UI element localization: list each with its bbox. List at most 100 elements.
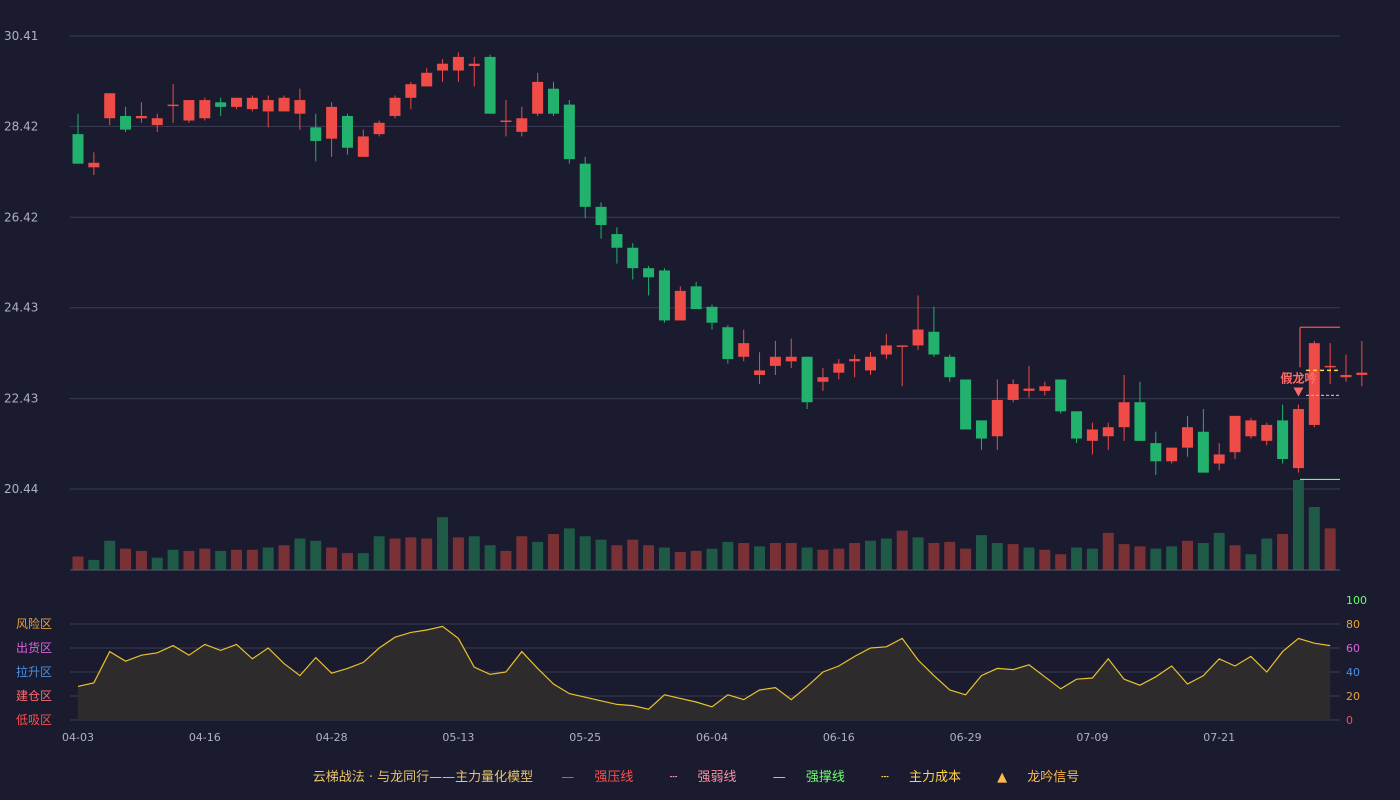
volume-bar <box>991 543 1003 570</box>
candle-body <box>769 356 781 366</box>
candle-body <box>437 63 449 71</box>
volume-bar <box>104 540 116 570</box>
candle-body <box>120 115 132 130</box>
candle-body <box>151 118 163 126</box>
legend-item-cost[interactable]: ┄ 主力成本 <box>873 770 973 785</box>
volume-bar <box>801 547 813 570</box>
candle-body <box>1356 372 1368 375</box>
candle-body <box>706 306 718 323</box>
volume-bar <box>1039 549 1051 570</box>
candle-body <box>801 356 813 403</box>
candle-body <box>1324 365 1336 368</box>
volume-bar <box>516 536 528 570</box>
volume-bar <box>1292 480 1304 570</box>
x-tick-label: 07-21 <box>1203 731 1235 744</box>
volume-bar <box>405 537 417 570</box>
volume-bar <box>833 548 845 570</box>
candle-body <box>104 93 116 119</box>
candle-body <box>326 106 338 139</box>
volume-bar <box>1229 545 1241 570</box>
osc-tick-label: 0 <box>1346 714 1353 727</box>
osc-area <box>78 626 1331 720</box>
candle-body <box>452 56 464 71</box>
resistance-line-icon: — <box>561 770 575 785</box>
volume-bar <box>1071 547 1083 570</box>
volume-bar <box>944 541 956 570</box>
volume-bar <box>88 559 100 570</box>
candle-body <box>357 136 369 157</box>
volume-bar <box>199 548 211 570</box>
candle-body <box>1134 402 1146 441</box>
x-tick-label: 06-29 <box>950 731 982 744</box>
candle-body <box>1245 420 1257 437</box>
candle-body <box>1213 454 1225 464</box>
candle-body <box>135 115 147 119</box>
chart-legend: 云梯战法 · 与龙同行——主力量化模型 — 强压线 ┄ 强弱线 — 强撑线 ┄ … <box>0 766 1400 785</box>
price-tick-label: 24.43 <box>4 301 38 315</box>
volume-bar <box>674 552 686 570</box>
volume-bar <box>341 553 353 570</box>
x-tick-label: 06-04 <box>696 731 728 744</box>
volume-bar <box>1166 546 1178 570</box>
osc-tick-label: 60 <box>1346 642 1360 655</box>
candle-body <box>991 399 1003 437</box>
volume-bar <box>278 545 290 570</box>
volume-bar <box>262 547 274 570</box>
volume-bar <box>690 550 702 570</box>
candle-body <box>1071 411 1083 439</box>
candle-body <box>516 118 528 132</box>
legend-label-signal: 龙吟信号 <box>1027 770 1080 785</box>
volume-bar <box>1150 548 1162 570</box>
price-tick-label: 22.43 <box>4 392 38 406</box>
legend-label-cost: 主力成本 <box>908 770 961 785</box>
zone-label: 出货区 <box>16 640 52 655</box>
volume-bar <box>960 548 972 570</box>
x-tick-label: 04-03 <box>62 731 94 744</box>
signal-label: 假龙吟 <box>1280 370 1316 385</box>
candle-body <box>849 359 861 362</box>
volume-bar <box>722 541 734 570</box>
candle-body <box>1055 379 1067 412</box>
candle-body <box>72 134 84 164</box>
legend-item-signal[interactable]: ▲ 龙吟信号 <box>989 770 1087 785</box>
candle-body <box>1229 415 1241 453</box>
volume-bar <box>1261 538 1273 570</box>
candle-body <box>310 127 322 141</box>
x-tick-label: 06-16 <box>823 731 855 744</box>
volume-bar <box>215 550 227 570</box>
candle-body <box>690 286 702 310</box>
candle-body <box>912 329 924 346</box>
candle-body <box>563 104 575 160</box>
volume-bar <box>183 550 195 570</box>
zone-label: 风险区 <box>16 616 52 631</box>
legend-item-support[interactable]: — 强撑线 <box>765 770 857 785</box>
candle-body <box>928 331 940 355</box>
volume-bar <box>1213 532 1225 570</box>
candle-body <box>627 247 639 269</box>
candle-body <box>215 102 227 107</box>
candle-body <box>833 363 845 373</box>
legend-item-resistance[interactable]: — 强压线 <box>553 770 645 785</box>
support-line-icon: — <box>772 770 786 785</box>
candle-body <box>1007 384 1019 400</box>
volume-bar <box>1023 547 1035 570</box>
candle-body <box>595 206 607 226</box>
volume-bar <box>579 536 591 570</box>
volume-bar <box>738 543 750 570</box>
candle-body <box>975 420 987 439</box>
candle-body <box>262 100 274 112</box>
zone-label: 建仓区 <box>16 689 52 703</box>
volume-bar <box>72 556 84 570</box>
volume-bar <box>643 545 655 570</box>
candle-body <box>944 356 956 378</box>
candle-body <box>1277 420 1289 460</box>
candle-body <box>1292 409 1304 469</box>
volume-bar <box>595 539 607 570</box>
legend-label-resistance: 强压线 <box>594 770 634 785</box>
candle-body <box>1261 424 1273 441</box>
legend-item-weak[interactable]: ┄ 强弱线 <box>662 770 749 785</box>
volume-bar <box>151 557 163 570</box>
cost-line-icon: ┄ <box>880 770 889 785</box>
volume-bar <box>769 543 781 570</box>
candle-body <box>1118 402 1130 428</box>
